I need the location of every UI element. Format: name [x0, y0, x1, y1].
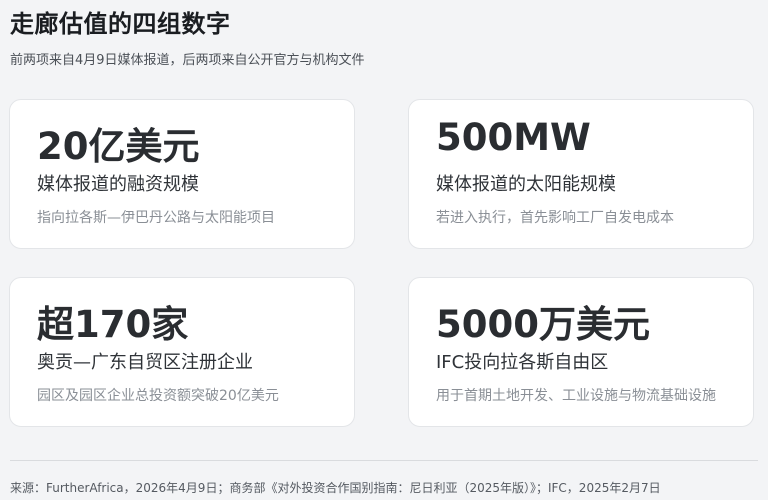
footer-divider — [10, 460, 758, 461]
stat-label: 奥贡—广东自贸区注册企业 — [37, 352, 253, 373]
stat-value: 超170家 — [37, 303, 189, 346]
stat-card-enterprises: 超170家 奥贡—广东自贸区注册企业 园区及园区企业总投资额突破20亿美元 — [9, 277, 355, 427]
stat-value: 5000万美元 — [436, 303, 650, 346]
stat-label: 媒体报道的太阳能规模 — [436, 174, 616, 195]
page-subtitle: 前两项来自4月9日媒体报道，后两项来自公开官方与机构文件 — [10, 53, 365, 68]
stat-label: 媒体报道的融资规模 — [37, 174, 199, 195]
stat-description: 指向拉各斯—伊巴丹公路与太阳能项目 — [37, 210, 275, 226]
stat-description: 若进入执行，首先影响工厂自发电成本 — [436, 210, 674, 226]
stat-value: 500MW — [436, 116, 591, 159]
stat-card-ifc: 5000万美元 IFC投向拉各斯自由区 用于首期土地开发、工业设施与物流基础设施 — [408, 277, 754, 427]
page-title: 走廊估值的四组数字 — [10, 10, 231, 38]
source-note: 来源：FurtherAfrica，2026年4月9日；商务部《对外投资合作国别指… — [10, 481, 661, 495]
stat-card-solar: 500MW 媒体报道的太阳能规模 若进入执行，首先影响工厂自发电成本 — [408, 99, 754, 249]
stat-description: 园区及园区企业总投资额突破20亿美元 — [37, 388, 279, 404]
stat-value: 20亿美元 — [37, 125, 200, 168]
stat-description: 用于首期土地开发、工业设施与物流基础设施 — [436, 388, 716, 404]
stat-card-financing: 20亿美元 媒体报道的融资规模 指向拉各斯—伊巴丹公路与太阳能项目 — [9, 99, 355, 249]
stat-label: IFC投向拉各斯自由区 — [436, 352, 609, 373]
